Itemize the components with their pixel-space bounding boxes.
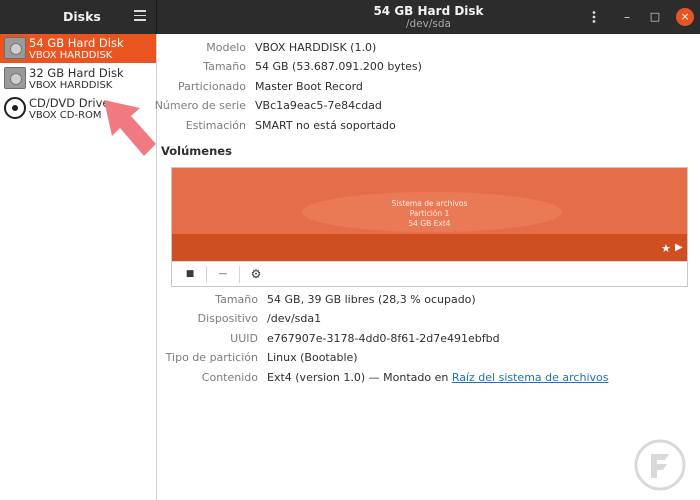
partition-size: 54 GB Ext4 (408, 219, 451, 228)
detail-value: /dev/sda1 (267, 312, 322, 325)
detail-row-serial: Número de serie VBc1a9eac5-7e84cdad (155, 99, 680, 115)
contents-text: Ext4 (version 1.0) — Montado en (267, 371, 452, 384)
detail-label: Dispositivo (197, 312, 258, 325)
volume-toolbar: ■ — ⚙ (172, 261, 687, 286)
detail-value: VBOX HARDDISK (1.0) (255, 41, 377, 54)
detail-label: Contenido (201, 371, 258, 384)
detail-label: Número de serie (154, 99, 246, 112)
detail-row-partitioning: Particionado Master Boot Record (160, 80, 680, 96)
disk-item-54gb[interactable]: 54 GB Hard Disk VBOX HARDDISK (0, 34, 156, 63)
unmount-stop-button[interactable]: ■ (180, 266, 200, 283)
detail-value: Linux (Bootable) (267, 351, 358, 364)
mount-point-link[interactable]: Raíz del sistema de archivos (452, 371, 609, 384)
detail-value: SMART no está soportado (255, 119, 396, 132)
partition-label: Sistema de archivos (391, 199, 468, 208)
more-options-icon[interactable] (586, 9, 602, 25)
detail-value: Master Boot Record (255, 80, 363, 93)
sidebar-header: Disks (0, 0, 157, 34)
hard-disk-icon (4, 67, 26, 89)
watermark-logo-icon (634, 439, 686, 491)
app-title: Disks (63, 9, 101, 24)
partition-row-contents: Contenido Ext4 (version 1.0) — Montado e… (160, 371, 680, 387)
star-icon: ★ (661, 242, 671, 255)
disk-name: CD/DVD Drive (29, 96, 110, 110)
detail-label: Estimación (185, 119, 246, 132)
detail-label: Tipo de partición (165, 351, 258, 364)
maximize-button[interactable]: □ (647, 9, 663, 25)
partition-block[interactable]: Sistema de archivos Partición 1 54 GB Ex… (172, 168, 687, 261)
hamburger-menu-icon[interactable] (134, 10, 146, 21)
header-bar: Disks 54 GB Hard Disk /dev/sda – □ × (0, 0, 700, 34)
disk-model: VBOX CD-ROM (29, 110, 102, 121)
disk-item-32gb[interactable]: 32 GB Hard Disk VBOX HARDDISK (0, 64, 156, 93)
detail-label: Tamaño (215, 293, 258, 306)
disk-model: VBOX HARDDISK (29, 80, 113, 91)
detail-value: 54 GB (53.687.091.200 bytes) (255, 60, 422, 73)
partition-number: Partición 1 (409, 209, 450, 218)
play-icon: ▶ (675, 242, 683, 253)
disk-model: VBOX HARDDISK (29, 50, 113, 61)
partition-row-uuid: UUID e767907e-3178-4dd0-8f61-2d7e491ebfb… (160, 332, 680, 348)
partition-row-device: Dispositivo /dev/sda1 (160, 312, 680, 328)
detail-value: 54 GB, 39 GB libres (28,3 % ocupado) (267, 293, 476, 306)
volumes-panel: Sistema de archivos Partición 1 54 GB Ex… (171, 167, 688, 287)
detail-label: Tamaño (203, 60, 246, 73)
partition-settings-button[interactable]: ⚙ (246, 266, 266, 283)
detail-label: UUID (230, 332, 258, 345)
detail-value: e767907e-3178-4dd0-8f61-2d7e491ebfbd (267, 332, 500, 345)
hard-disk-icon (4, 37, 26, 59)
partition-row-size: Tamaño 54 GB, 39 GB libres (28,3 % ocupa… (160, 293, 680, 309)
disk-name: 54 GB Hard Disk (29, 36, 124, 50)
detail-row-assessment: Estimación SMART no está soportado (160, 119, 680, 135)
detail-row-size: Tamaño 54 GB (53.687.091.200 bytes) (160, 60, 680, 76)
detail-value: Ext4 (version 1.0) — Montado en Raíz del… (267, 371, 608, 384)
disk-name: 32 GB Hard Disk (29, 66, 124, 80)
optical-disc-icon (4, 97, 26, 119)
detail-value: VBc1a9eac5-7e84cdad (255, 99, 382, 112)
partition-row-type: Tipo de partición Linux (Bootable) (160, 351, 680, 367)
minimize-button[interactable]: – (619, 9, 635, 25)
annotation-arrow-icon (104, 100, 156, 156)
detail-label: Modelo (206, 41, 246, 54)
volumes-title: Volúmenes (161, 144, 232, 158)
close-button[interactable]: × (676, 8, 694, 26)
delete-partition-button[interactable]: — (213, 266, 233, 283)
detail-label: Particionado (177, 80, 246, 93)
detail-row-model: Modelo VBOX HARDDISK (1.0) (160, 41, 680, 57)
